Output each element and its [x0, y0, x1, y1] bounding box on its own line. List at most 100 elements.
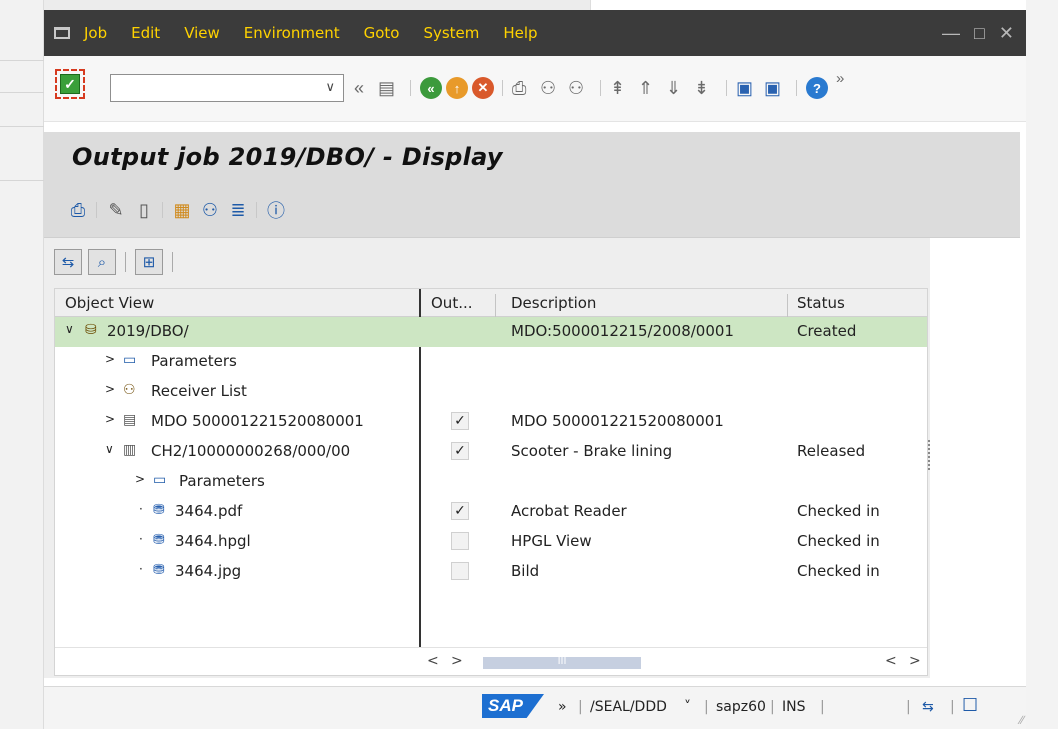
new-document-icon[interactable]: ▯ — [132, 199, 156, 221]
tree-row-status: Checked in — [797, 562, 880, 580]
tree-row-pdf[interactable]: · ⛃ 3464.pdf ✓ Acrobat Reader Checked in — [55, 497, 927, 527]
menu-goto[interactable]: Goto — [364, 24, 400, 42]
resize-grip-icon[interactable]: ∕∕ — [1020, 713, 1024, 727]
connection-icon[interactable]: ⇆ — [922, 699, 934, 715]
tree-header: Object View Out... Description Status — [55, 289, 927, 322]
expand-toggle[interactable]: > — [105, 412, 115, 426]
help-button[interactable]: ? — [806, 76, 828, 100]
column-header-output[interactable]: Out... — [431, 294, 473, 312]
expand-toggle[interactable]: > — [135, 472, 145, 486]
chevron-down-icon[interactable]: ˅ — [684, 699, 691, 715]
menu-job[interactable]: Job — [84, 24, 107, 42]
cancel-button[interactable]: ✕ — [472, 76, 494, 100]
zoom-icon[interactable]: ⌕ — [88, 249, 116, 275]
expand-toggle[interactable]: > — [105, 352, 115, 366]
column-header-status[interactable]: Status — [797, 294, 845, 312]
collapse-toggle[interactable]: ∨ — [65, 322, 74, 336]
align-icon[interactable]: ≣ — [226, 199, 250, 221]
tree-row-description: MDO 500001221520080001 — [511, 412, 724, 430]
menu-environment[interactable]: Environment — [244, 24, 340, 42]
tree-row-description: MDO:5000012215/2008/0001 — [511, 322, 734, 340]
tree-row-label: Receiver List — [151, 382, 247, 400]
tree-row-receiver-list[interactable]: > ⚇ Receiver List — [55, 377, 927, 407]
close-icon[interactable]: ✕ — [999, 23, 1014, 44]
tree-row-job[interactable]: ∨ ⛁ 2019/DBO/ MDO:5000012215/2008/0001 C… — [55, 317, 927, 347]
maximize-icon[interactable]: □ — [974, 23, 985, 44]
tree-row-label: Parameters — [151, 352, 237, 370]
menu-bar: Job Edit View Environment Goto System He… — [44, 10, 1026, 56]
tree-row-jpg[interactable]: · ⛃ 3464.jpg Bild Checked in — [55, 557, 927, 587]
scroll-right-button[interactable]: > — [451, 653, 463, 669]
pane-splitter-handle[interactable] — [928, 440, 930, 470]
print-icon[interactable]: ⎙ — [66, 199, 90, 221]
scroll-left-button[interactable]: < — [427, 653, 439, 669]
tree-container: ⇆ ⌕ ⊞ Object View Out... Description Sta… — [44, 238, 930, 678]
input-mode[interactable]: INS — [782, 699, 806, 715]
leaf-bullet: · — [139, 562, 143, 576]
create-shortcut-icon[interactable]: ▣ — [764, 76, 781, 100]
details-icon[interactable]: ▦ — [170, 199, 194, 221]
tree-row-description: HPGL View — [511, 532, 592, 550]
scroll-right-button-right-pane[interactable]: > — [909, 653, 921, 669]
exit-button[interactable]: ↑ — [446, 76, 468, 100]
enter-button[interactable]: ✓ — [55, 69, 85, 99]
horizontal-scrollbar[interactable]: < > III < > — [55, 647, 927, 675]
chevron-down-icon[interactable]: ∨ — [325, 79, 335, 95]
receivers-icon: ⚇ — [123, 382, 136, 398]
next-page-icon[interactable]: ⇓ — [666, 76, 681, 100]
find-icon[interactable]: ⚇ — [540, 76, 556, 100]
status-expand-button[interactable]: » — [558, 699, 567, 715]
expand-all-icon[interactable]: ⊞ — [135, 249, 163, 275]
column-header-description[interactable]: Description — [511, 294, 596, 312]
find-next-icon[interactable]: ⚇ — [568, 76, 584, 100]
back-button[interactable]: « — [420, 76, 442, 100]
window-menu-icon[interactable] — [54, 27, 70, 39]
command-input[interactable] — [111, 75, 311, 101]
menu-edit[interactable]: Edit — [131, 24, 160, 42]
server-info: sapz60 — [716, 699, 766, 715]
expand-subtree-icon[interactable]: ⇆ — [54, 249, 82, 275]
leaf-bullet: · — [139, 532, 143, 546]
collapse-toolbar-button[interactable]: « — [354, 76, 364, 100]
tree-toolbar: ⇆ ⌕ ⊞ — [54, 248, 176, 276]
tree-row-description: Scooter - Brake lining — [511, 442, 673, 460]
screen-title-bar: Output job 2019/DBO/ - Display — [44, 132, 1020, 182]
create-session-icon[interactable]: ▣ — [736, 76, 753, 100]
save-icon[interactable]: ▤ — [378, 76, 395, 100]
menu-help[interactable]: Help — [503, 24, 537, 42]
unlock-icon[interactable]: ☐ — [962, 695, 978, 716]
tree-row-status: Checked in — [797, 532, 880, 550]
document-info-icon: ▥ — [123, 442, 137, 458]
scroll-left-button-right-pane[interactable]: < — [885, 653, 897, 669]
system-info[interactable]: /SEAL/DDD — [590, 699, 667, 715]
tree-row-hpgl[interactable]: · ⛃ 3464.hpgl HPGL View Checked in — [55, 527, 927, 557]
previous-page-icon[interactable]: ⇑ — [638, 76, 653, 100]
menu-view[interactable]: View — [184, 24, 220, 42]
print-icon[interactable]: ⎙ — [512, 76, 526, 100]
tree-row-label: CH2/10000000268/000/00 — [151, 442, 351, 460]
parameters-icon: ▭ — [123, 352, 137, 368]
tree-row-ch2-parameters[interactable]: > ▭ Parameters — [55, 467, 927, 497]
expand-toolbar-button[interactable]: » — [836, 66, 844, 90]
find-icon[interactable]: ⚇ — [198, 199, 222, 221]
expand-toggle[interactable]: > — [105, 382, 115, 396]
tree-row-ch2[interactable]: ∨ ▥ CH2/10000000268/000/00 ✓ Scooter - B… — [55, 437, 927, 467]
column-header-object-view[interactable]: Object View — [65, 294, 154, 312]
collapse-toggle[interactable]: ∨ — [105, 442, 114, 456]
display-change-icon[interactable]: ✎ — [104, 199, 128, 221]
scroll-thumb[interactable]: III — [483, 657, 641, 669]
tree-row-label: Parameters — [179, 472, 265, 490]
tree-row-label: 3464.hpgl — [175, 532, 251, 550]
tree-row-parameters[interactable]: > ▭ Parameters — [55, 347, 927, 377]
file-object-icon: ⛃ — [153, 532, 165, 548]
first-page-icon[interactable]: ⇞ — [610, 76, 625, 100]
last-page-icon[interactable]: ⇟ — [694, 76, 709, 100]
file-object-icon: ⛃ — [153, 562, 165, 578]
output-checkbox: ✓ — [451, 442, 469, 460]
tree-row-mdo[interactable]: > ▤ MDO 500001221520080001 ✓ MDO 5000012… — [55, 407, 927, 437]
menu-system[interactable]: System — [423, 24, 479, 42]
status-bar: SAP » | /SEAL/DDD ˅ | sapz60 | INS | | ⇆… — [44, 686, 1026, 729]
info-icon[interactable]: ⓘ — [264, 199, 288, 221]
minimize-icon[interactable]: — — [942, 23, 960, 44]
command-field[interactable]: ∨ — [110, 74, 344, 102]
